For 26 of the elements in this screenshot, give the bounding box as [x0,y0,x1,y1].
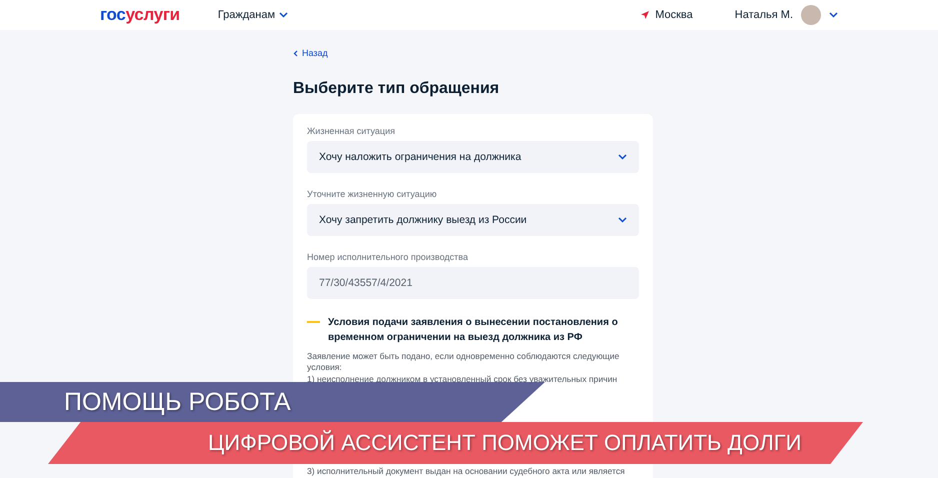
site-logo[interactable]: госуслуги [100,5,180,25]
chevron-down-icon [829,12,838,18]
chevron-down-icon [279,12,288,18]
field-label: Уточните жизненную ситуацию [307,188,438,198]
user-avatar [801,5,821,25]
chevron-down-icon [618,216,627,222]
select-field[interactable]: Хочу наложить ограничения на должника [307,140,639,172]
chevron-left-icon [293,50,298,56]
chevron-down-icon [618,154,627,160]
topic-banner: ПОМОЩЬ РОБОТА [0,382,545,422]
location-arrow-icon [641,11,650,19]
headline-banner: ЦИФРОВОЙ АССИСТЕНТ ПОМОЖЕТ ОПЛАТИТЬ ДОЛГИ [48,422,863,464]
accent-dash [307,320,320,322]
select-field[interactable]: Хочу запретить должнику выезд из России [307,204,639,236]
user-menu[interactable]: Наталья М. [734,5,838,25]
conditions-text: 1) неисполнение должником в установленный срок без уважительных причин [307,374,618,385]
location-button[interactable]: Москва [641,9,693,21]
nav-menu[interactable]: Гражданам [218,9,288,21]
page-title: Выберите тип обращения [293,80,500,98]
input-field[interactable]: 77/30/43557/4/2021 [307,266,639,298]
field-label: Жизненная ситуация [307,126,396,136]
back-link[interactable]: Назад [293,48,328,58]
conditions-title: Условия подачи заявления о вынесении постановления о временном ограничении на выезд должника из РФ [328,316,619,344]
field-label: Номер исполнительного производства [307,252,469,262]
conditions-text: 3) исполнительный документ выдан на основании судебного акта или является [307,466,626,478]
conditions-text: Заявление может быть подано, если одновременно соблюдаются следующие условия: [307,350,620,374]
